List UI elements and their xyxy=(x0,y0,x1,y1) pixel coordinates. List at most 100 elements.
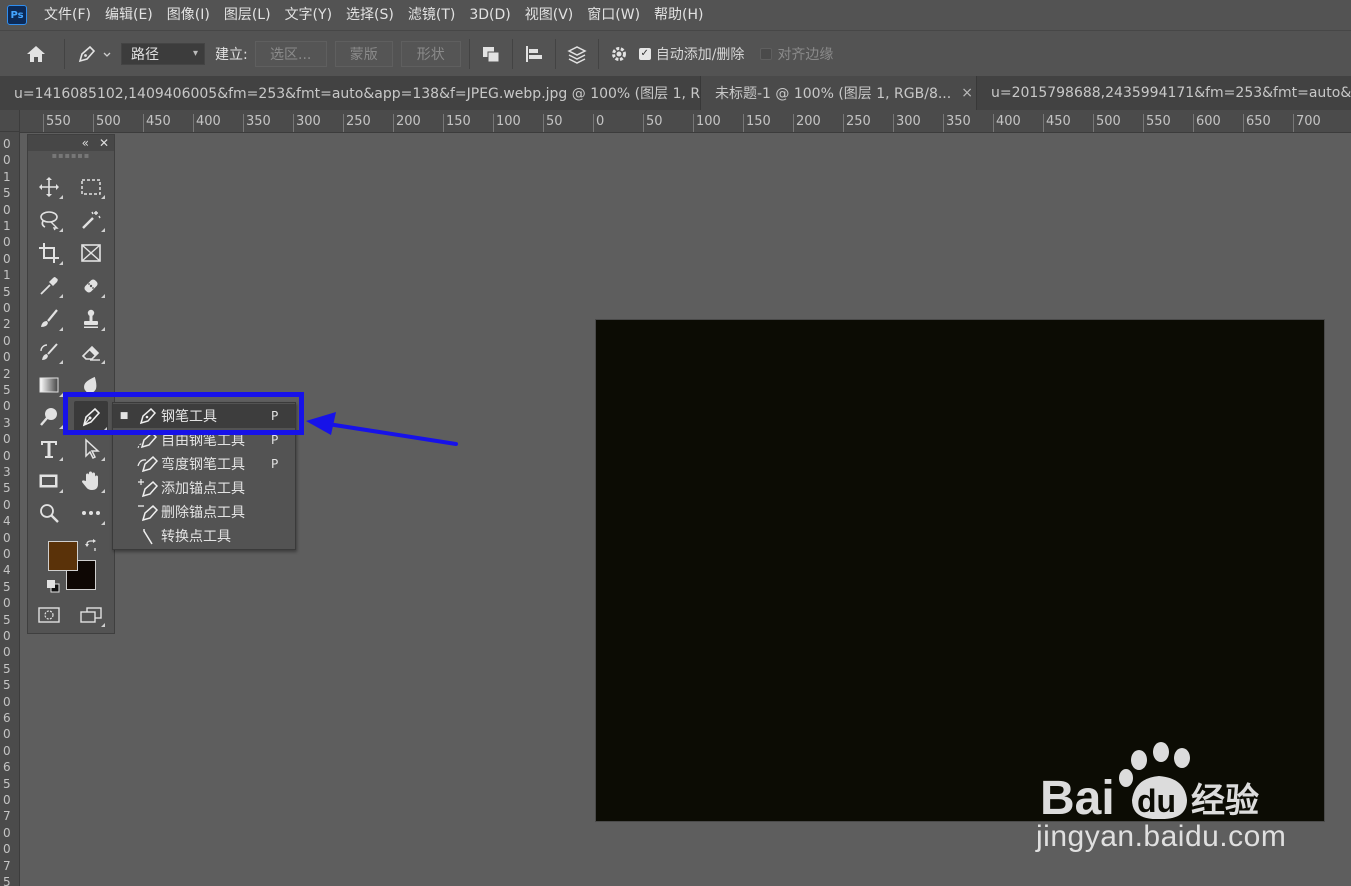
path-arrangement-icon[interactable] xyxy=(564,39,590,69)
hand-tool-icon[interactable] xyxy=(76,467,106,495)
ruler-tick-label: 0 xyxy=(3,251,11,266)
menu-filter[interactable]: 滤镜(T) xyxy=(401,0,462,30)
flyout-item-delete-anchor[interactable]: 删除锚点工具 xyxy=(113,500,295,524)
document-tab-3[interactable]: u=2015798688,2435994171&fm=253&fmt=auto&… xyxy=(977,76,1351,110)
make-shape-button[interactable]: 形状 xyxy=(400,40,461,67)
brush-tool-icon[interactable] xyxy=(34,305,64,333)
flyout-item-shortcut: P xyxy=(271,433,279,447)
ruler-tick-label: 550 xyxy=(46,114,71,129)
make-mask-button[interactable]: 蒙版 xyxy=(334,40,393,67)
foreground-color-swatch[interactable] xyxy=(48,541,78,571)
more-tools-icon[interactable] xyxy=(76,499,106,527)
ruler-tick xyxy=(1293,114,1294,132)
photoshop-logo-icon[interactable]: Ps xyxy=(7,5,27,25)
menu-select[interactable]: 选择(S) xyxy=(339,0,401,30)
flyout-item-add-anchor[interactable]: 添加锚点工具 xyxy=(113,476,295,500)
history-brush-tool-icon[interactable] xyxy=(34,338,64,366)
menu-edit[interactable]: 编辑(E) xyxy=(98,0,160,30)
ruler-tick-label: 0 xyxy=(3,448,11,463)
ruler-tick-label: 0 xyxy=(3,842,11,857)
ruler-tick-label: 100 xyxy=(496,114,521,129)
ruler-tick-label: 7 xyxy=(3,858,11,873)
baidu-jingyan-logo: Bai du 经验 xyxy=(1040,742,1259,824)
ruler-tick-label: 350 xyxy=(246,114,271,129)
marquee-tool-icon[interactable] xyxy=(76,173,106,201)
annotation-arrow-icon xyxy=(306,412,458,446)
eraser-tool-icon[interactable] xyxy=(76,338,106,366)
menu-type[interactable]: 文字(Y) xyxy=(278,0,339,30)
ruler-tick-label: 700 xyxy=(1296,114,1321,129)
healing-brush-tool-icon[interactable] xyxy=(76,272,106,300)
flyout-item-label: 转换点工具 xyxy=(161,529,231,545)
ruler-tick-label: 3 xyxy=(3,415,11,430)
svg-text:经验: 经验 xyxy=(1191,781,1259,821)
ruler-tick-label: 5 xyxy=(3,776,11,791)
flyout-item-label: 添加锚点工具 xyxy=(161,481,245,497)
horizontal-ruler[interactable]: 550 500 450 400 350 300 250 200 150 100 50 0 50 100 15… xyxy=(20,110,1351,133)
ruler-tick xyxy=(1093,114,1094,132)
magic-wand-tool-icon[interactable] xyxy=(76,206,106,234)
rectangle-tool-icon[interactable] xyxy=(34,467,64,495)
ruler-tick-label: 300 xyxy=(896,114,921,129)
menu-3d[interactable]: 3D(D) xyxy=(462,0,517,30)
ruler-tick-label: 0 xyxy=(596,114,605,129)
make-selection-button[interactable]: 选区... xyxy=(254,40,327,67)
ruler-tick-label: 0 xyxy=(3,399,11,414)
home-icon[interactable] xyxy=(22,39,50,69)
ruler-tick-label: 0 xyxy=(3,793,11,807)
menu-file[interactable]: 文件(F) xyxy=(37,0,98,30)
ruler-tick-label: 0 xyxy=(3,350,11,365)
pen-tool-preset-icon[interactable] xyxy=(73,39,117,69)
ruler-tick-label: 4 xyxy=(3,514,11,529)
path-operations-icon[interactable] xyxy=(478,39,504,69)
ruler-tick-label: 0 xyxy=(3,727,11,742)
gear-icon[interactable] xyxy=(607,39,631,69)
document-tab-1[interactable]: u=1416085102,1409406005&fm=253&fmt=auto&… xyxy=(0,76,735,110)
gradient-tool-icon[interactable] xyxy=(34,371,64,399)
path-selection-tool-icon[interactable] xyxy=(76,435,106,463)
screen-mode-icon[interactable] xyxy=(76,601,106,629)
ruler-tick-label: 650 xyxy=(1246,114,1271,129)
close-icon[interactable]: × xyxy=(961,85,973,101)
align-edges-checkbox[interactable] xyxy=(760,47,773,60)
convert-point-icon xyxy=(135,524,161,548)
swap-colors-icon[interactable] xyxy=(84,539,98,557)
flyout-item-convert-point[interactable]: 转换点工具 xyxy=(113,524,295,548)
collapse-icon[interactable]: « xyxy=(82,136,89,150)
type-tool-icon[interactable] xyxy=(34,435,64,463)
options-bar: 路径 ▾ 建立: 选区... 蒙版 形状 ✓ 自动添加/删除 对齐边缘 xyxy=(0,30,1351,76)
ruler-tick-label: 5 xyxy=(3,678,11,693)
zoom-tool-icon[interactable] xyxy=(34,499,64,527)
crop-tool-icon[interactable] xyxy=(34,239,64,267)
ruler-tick-label: 550 xyxy=(1146,114,1171,129)
lasso-tool-icon[interactable] xyxy=(34,206,64,234)
make-label: 建立: xyxy=(215,46,248,63)
menu-layer[interactable]: 图层(L) xyxy=(217,0,278,30)
menu-view[interactable]: 视图(V) xyxy=(518,0,581,30)
eyedropper-tool-icon[interactable] xyxy=(34,272,64,300)
vertical-ruler[interactable]: 0015010015020025030035040045050055060065… xyxy=(0,132,20,886)
ruler-tick xyxy=(293,114,294,132)
path-alignment-icon[interactable] xyxy=(521,39,547,69)
document-tab-2[interactable]: 未标题-1 @ 100% (图层 1, RGB/8... × xyxy=(701,76,977,110)
move-tool-icon[interactable] xyxy=(34,173,64,201)
ruler-tick xyxy=(493,114,494,132)
dodge-tool-icon[interactable] xyxy=(34,403,64,431)
panel-grip[interactable]: ▪▪▪▪▪▪ xyxy=(28,151,114,160)
clone-stamp-tool-icon[interactable] xyxy=(76,305,106,333)
quick-mask-icon[interactable] xyxy=(34,601,64,629)
flyout-item-curvature-pen[interactable]: 弯度钢笔工具 P xyxy=(113,452,295,476)
menu-window[interactable]: 窗口(W) xyxy=(580,0,647,30)
close-icon[interactable]: ✕ xyxy=(99,136,109,150)
tool-mode-select[interactable]: 路径 ▾ xyxy=(121,42,205,65)
ruler-tick xyxy=(693,114,694,132)
menu-image[interactable]: 图像(I) xyxy=(160,0,217,30)
default-colors-icon[interactable] xyxy=(46,579,60,597)
ruler-tick-label: 200 xyxy=(796,114,821,129)
frame-tool-icon[interactable] xyxy=(76,239,106,267)
ruler-tick xyxy=(943,114,944,132)
auto-add-delete-checkbox[interactable]: ✓ xyxy=(638,47,651,60)
ruler-tick-label: 5 xyxy=(3,612,11,627)
ruler-tick-label: 350 xyxy=(946,114,971,129)
menu-help[interactable]: 帮助(H) xyxy=(647,0,710,30)
